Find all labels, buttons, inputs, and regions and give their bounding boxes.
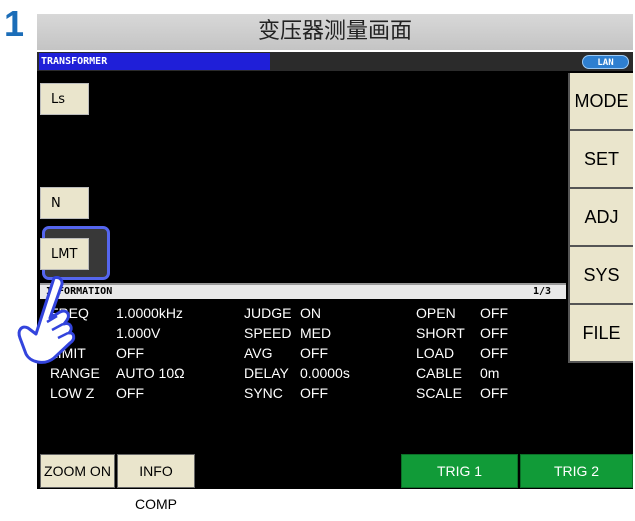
info-label: OPEN: [416, 305, 456, 321]
trig2-button[interactable]: TRIG 2: [520, 454, 633, 488]
info-label: JUDGE: [244, 305, 292, 321]
n-button[interactable]: N: [40, 187, 89, 219]
adj-button[interactable]: ADJ: [568, 189, 633, 247]
info-value: AUTO 10Ω: [116, 365, 185, 381]
set-button[interactable]: SET: [568, 131, 633, 189]
info-value: OFF: [480, 305, 508, 321]
lmt-button[interactable]: LMT: [40, 238, 89, 270]
trig1-button[interactable]: TRIG 1: [401, 454, 518, 488]
screen-caption: 变压器测量画面: [37, 14, 633, 50]
info-label: RANGE: [50, 365, 100, 381]
info-value: OFF: [116, 385, 144, 401]
step-number: 1: [4, 3, 25, 44]
mode-title: TRANSFORMER: [39, 53, 270, 70]
info-value: OFF: [480, 385, 508, 401]
lan-indicator: LAN: [582, 55, 629, 69]
top-bar: TRANSFORMER LAN: [37, 52, 633, 71]
info-label: CABLE: [416, 365, 462, 381]
instrument-screen: TRANSFORMER LAN Ls N LMT MODE SET ADJ SY…: [37, 52, 633, 512]
info-value: OFF: [480, 345, 508, 361]
page-indicator: 1/3: [533, 286, 552, 297]
information-panel: INFORMATION 1/3 FREQ 1.0000kHz JUDGE ON OPEN…: [40, 283, 566, 452]
info-value: OFF: [300, 385, 328, 401]
info-label: SPEED: [244, 325, 292, 341]
info-value: 1.000V: [116, 325, 161, 341]
info-label: LOW Z: [50, 385, 95, 401]
information-header: INFORMATION 1/3: [40, 285, 566, 299]
zoom-on-button[interactable]: ZOOM ON: [40, 454, 115, 488]
info-value: ON: [300, 305, 321, 321]
info-value: OFF: [116, 345, 144, 361]
info-label: SYNC: [244, 385, 283, 401]
info-value: OFF: [480, 325, 508, 341]
file-button[interactable]: FILE: [568, 305, 633, 363]
info-label: AVG: [244, 345, 273, 361]
info-value: MED: [300, 325, 332, 341]
info-label: LOAD: [416, 345, 455, 361]
info-value: OFF: [300, 345, 328, 361]
info-value: 0.0000s: [300, 365, 350, 381]
sys-button[interactable]: SYS: [568, 247, 633, 305]
hand-pointer-icon: [17, 276, 76, 364]
info-value: 1.0000kHz: [116, 305, 183, 321]
mode-button[interactable]: MODE: [568, 73, 633, 131]
ls-button[interactable]: Ls: [40, 83, 89, 115]
info-comp-button[interactable]: INFO COMP: [117, 454, 195, 512]
info-label: SHORT: [416, 325, 465, 341]
info-label: DELAY: [244, 365, 289, 381]
info-label: SCALE: [416, 385, 462, 401]
info-value: 0m: [480, 365, 500, 381]
